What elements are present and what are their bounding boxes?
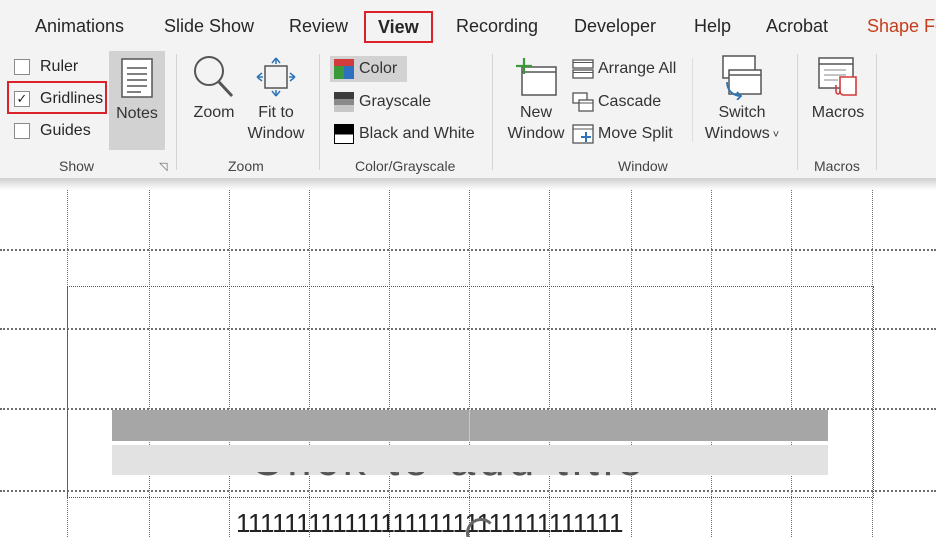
dialog-launcher-icon[interactable]: ◹ bbox=[159, 160, 167, 173]
color-label: Color bbox=[359, 60, 398, 77]
gray-bar-light[interactable] bbox=[112, 445, 828, 475]
guides-checkbox-box[interactable] bbox=[14, 123, 30, 139]
ruler-checkbox[interactable]: Ruler bbox=[14, 56, 78, 78]
gridlines-label: Gridlines bbox=[40, 90, 104, 107]
tab-review[interactable]: Review bbox=[289, 16, 348, 37]
tab-shape-format[interactable]: Shape Fo bbox=[867, 16, 936, 37]
zoom-group-label: Zoom bbox=[228, 158, 264, 174]
ruler-checkbox-box[interactable] bbox=[14, 59, 30, 75]
tab-developer[interactable]: Developer bbox=[574, 16, 656, 37]
slide-canvas[interactable]: Click to add title 111111111111111111111… bbox=[0, 190, 936, 537]
tab-animations[interactable]: Animations bbox=[35, 16, 124, 37]
zoom-magnifier-icon bbox=[192, 52, 236, 102]
group-separator bbox=[176, 54, 177, 170]
zoom-label: Zoom bbox=[193, 104, 235, 121]
zoom-button[interactable]: Zoom bbox=[188, 52, 240, 123]
gridlines-checkbox-box[interactable]: ✓ bbox=[14, 91, 30, 107]
cascade-label: Cascade bbox=[598, 93, 662, 110]
guides-checkbox[interactable]: Guides bbox=[14, 120, 91, 142]
grayscale-swatch-icon bbox=[333, 91, 355, 113]
macros-label: Macros bbox=[811, 104, 865, 121]
black-and-white-button[interactable]: Black and White bbox=[333, 121, 475, 147]
black-and-white-swatch-icon bbox=[333, 123, 355, 145]
black-and-white-label: Black and White bbox=[359, 125, 475, 142]
fit-to-window-icon bbox=[255, 52, 297, 102]
show-group-label: Show bbox=[59, 158, 95, 174]
switch-windows-label-1: Switch bbox=[718, 104, 766, 121]
notes-label: Notes bbox=[116, 105, 158, 122]
macros-icon bbox=[816, 52, 860, 102]
move-split-label: Move Split bbox=[598, 125, 673, 142]
ribbon-shadow bbox=[0, 178, 936, 190]
tab-help[interactable]: Help bbox=[694, 16, 731, 37]
gridline-horizontal bbox=[0, 249, 936, 251]
arrange-all-button[interactable]: Arrange All bbox=[572, 56, 676, 82]
new-window-label-1: New bbox=[519, 104, 552, 121]
color-swatch-icon bbox=[333, 58, 355, 80]
placeholder-text-clipped: Click to add title bbox=[250, 472, 695, 484]
tab-acrobat[interactable]: Acrobat bbox=[766, 16, 828, 37]
cascade-icon bbox=[572, 91, 594, 113]
tab-view[interactable]: View bbox=[364, 11, 433, 43]
guides-label: Guides bbox=[40, 122, 91, 139]
ruler-label: Ruler bbox=[40, 58, 79, 75]
group-separator bbox=[876, 54, 877, 170]
new-window-icon bbox=[514, 52, 558, 102]
slide-text-ones[interactable]: 11111111111111111111111111111111 bbox=[236, 508, 623, 537]
switch-windows-icon bbox=[719, 52, 765, 102]
switch-windows-label-2: Windows bbox=[704, 125, 770, 142]
ribbon-tab-bar: Animations Slide Show Review View Record… bbox=[0, 0, 936, 50]
gridlines-checkbox[interactable]: ✓ Gridlines bbox=[14, 88, 103, 110]
bar-divider bbox=[469, 410, 470, 441]
chevron-down-icon: ˅ bbox=[769, 129, 780, 141]
notes-button[interactable]: Notes bbox=[109, 51, 165, 150]
switch-windows-label-row: Windows ˅ bbox=[705, 123, 779, 146]
move-split-button[interactable]: Move Split bbox=[572, 121, 673, 147]
color-grayscale-group-label: Color/Grayscale bbox=[355, 158, 456, 174]
move-split-icon bbox=[572, 123, 594, 145]
tab-slide-show[interactable]: Slide Show bbox=[164, 16, 254, 37]
ribbon-view: Ruler ✓ Gridlines Guides Notes Show ◹ Zo… bbox=[0, 50, 936, 178]
cascade-button[interactable]: Cascade bbox=[572, 89, 661, 115]
fit-to-window-button[interactable]: Fit to Window bbox=[246, 52, 306, 144]
color-button[interactable]: Color bbox=[330, 56, 407, 82]
switch-windows-button[interactable]: Switch Windows ˅ bbox=[700, 52, 784, 146]
fit-to-window-label-1: Fit to bbox=[258, 104, 294, 121]
fit-to-window-label-2: Window bbox=[247, 125, 305, 142]
macros-button[interactable]: Macros bbox=[808, 52, 868, 123]
notes-icon bbox=[121, 53, 153, 103]
new-window-button[interactable]: New Window bbox=[504, 52, 568, 144]
window-group-label: Window bbox=[618, 158, 668, 174]
grayscale-label: Grayscale bbox=[359, 93, 432, 110]
arrange-all-icon bbox=[572, 58, 594, 80]
tab-recording[interactable]: Recording bbox=[456, 16, 538, 37]
group-separator bbox=[797, 54, 798, 170]
arrange-all-label: Arrange All bbox=[598, 60, 677, 77]
inner-separator bbox=[692, 58, 693, 142]
new-window-label-2: Window bbox=[507, 125, 565, 142]
group-separator bbox=[492, 54, 493, 170]
group-separator bbox=[319, 54, 320, 170]
grayscale-button[interactable]: Grayscale bbox=[333, 89, 431, 115]
placeholder-ghost-text: Click to add title bbox=[250, 472, 647, 484]
macros-group-label: Macros bbox=[814, 158, 860, 174]
gray-bar-dark[interactable] bbox=[112, 410, 828, 441]
